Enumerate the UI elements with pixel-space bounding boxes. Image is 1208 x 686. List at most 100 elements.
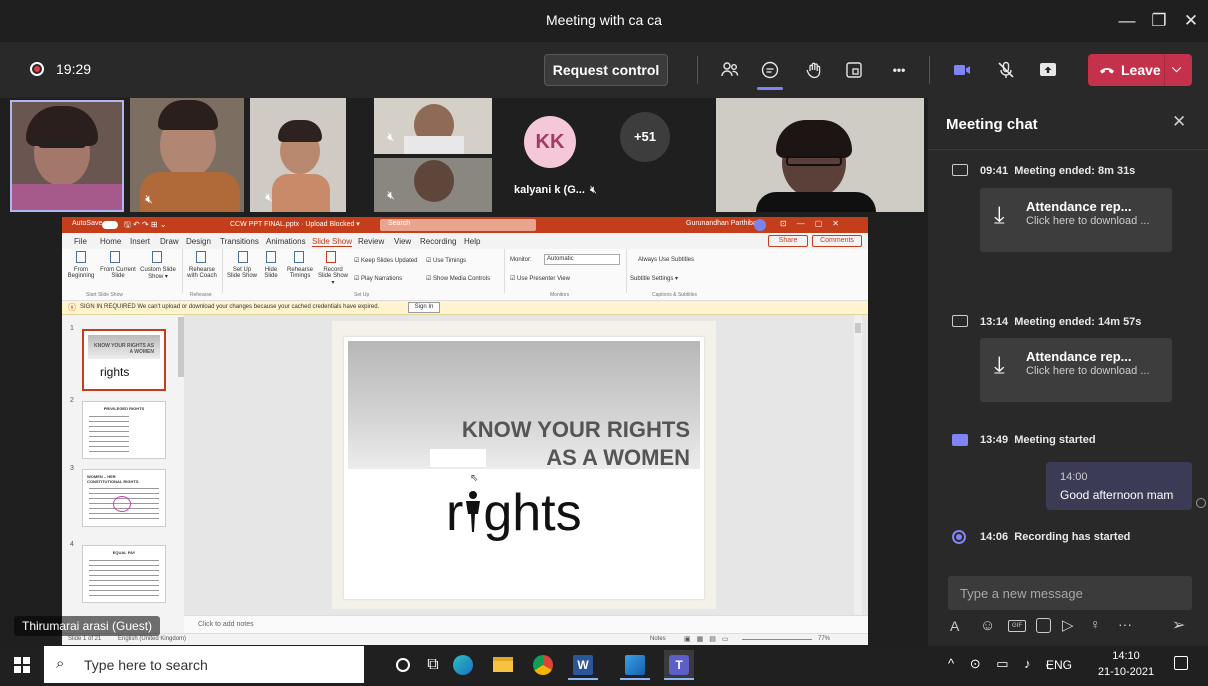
share-screen-icon[interactable] bbox=[1034, 56, 1062, 84]
rehearse-coach-button[interactable]: Rehearse with Coach bbox=[186, 267, 218, 279]
chat-message-input[interactable]: Type a new message bbox=[948, 576, 1192, 610]
menu-design[interactable]: Design bbox=[186, 237, 211, 246]
video-tile-participant-6[interactable] bbox=[716, 98, 924, 212]
more-options-icon[interactable]: ••• bbox=[885, 56, 913, 84]
cortana-icon[interactable] bbox=[388, 650, 418, 680]
sticker-icon[interactable] bbox=[1036, 618, 1051, 633]
request-control-button[interactable]: Request control bbox=[544, 54, 668, 86]
notes-pane[interactable]: Click to add notes bbox=[184, 615, 868, 633]
rehearse-timings-button[interactable]: Rehearse Timings bbox=[286, 267, 314, 279]
view-buttons[interactable]: ▣▦▤▭ bbox=[684, 635, 734, 643]
canvas-scrollbar[interactable] bbox=[854, 315, 862, 615]
more-participants-badge[interactable]: +51 bbox=[620, 112, 670, 162]
menu-home[interactable]: Home bbox=[100, 237, 121, 246]
menu-file[interactable]: File bbox=[74, 237, 87, 246]
slide-thumbnail-1[interactable]: KNOW YOUR RIGHTS AS A WOMEN rights bbox=[82, 329, 166, 391]
menu-draw[interactable]: Draw bbox=[160, 237, 179, 246]
taskbar-time[interactable]: 14:10 bbox=[1096, 650, 1156, 662]
system-tray-icons[interactable]: ^ ⊙ ▭ ♪ ◟ bbox=[948, 656, 1057, 672]
custom-show-button[interactable]: Custom Slide Show ▾ bbox=[140, 267, 176, 280]
taskbar-date[interactable]: 21-10-2021 bbox=[1092, 666, 1160, 678]
video-tile-participant-2[interactable]: 🔇︎ bbox=[130, 98, 244, 212]
zoom-slider[interactable] bbox=[742, 639, 812, 640]
leave-button[interactable]: Leave ⌵ bbox=[1088, 54, 1192, 86]
raise-hand-icon[interactable] bbox=[800, 56, 828, 84]
teams-icon[interactable]: T bbox=[664, 650, 694, 680]
word-icon[interactable]: W bbox=[568, 650, 598, 680]
monitor-select[interactable]: Automatic bbox=[544, 254, 620, 265]
gif-icon[interactable]: GIF bbox=[1008, 620, 1026, 632]
notes-toggle[interactable]: Notes bbox=[650, 636, 666, 642]
chat-message[interactable]: 14:00 Good afternoon mam bbox=[1046, 462, 1192, 510]
menu-slide-show[interactable]: Slide Show bbox=[312, 237, 353, 247]
video-tile-participant-3[interactable]: 🔇︎ bbox=[250, 98, 346, 212]
play-narrations-checkbox[interactable]: ☑ Play Narrations bbox=[354, 275, 402, 282]
menu-view[interactable]: View bbox=[394, 237, 411, 246]
maximize-button[interactable]: ❐ bbox=[1146, 8, 1172, 34]
ppt-quick-access-icons[interactable]: 🖫 ↶ ↷ ⊞ ⌄ bbox=[124, 219, 167, 233]
mic-muted-icon[interactable] bbox=[992, 56, 1020, 84]
menu-help[interactable]: Help bbox=[464, 237, 480, 246]
hide-slide-button[interactable]: Hide Slide bbox=[260, 267, 282, 279]
notification-center-icon[interactable] bbox=[1174, 656, 1188, 670]
rooms-icon[interactable] bbox=[840, 56, 868, 84]
menu-review[interactable]: Review bbox=[358, 237, 384, 246]
leave-options-chevron-icon[interactable]: ⌵ bbox=[1172, 61, 1181, 76]
attendance-card[interactable]: ⤓ Attendance rep... Click here to downlo… bbox=[980, 188, 1172, 252]
record-show-button[interactable]: Record Slide Show ▾ bbox=[316, 267, 350, 286]
always-subtitles-button[interactable]: Always Use Subtitles bbox=[638, 257, 694, 263]
minimize-button[interactable]: — bbox=[1114, 8, 1140, 34]
from-beginning-button[interactable]: From Beginning bbox=[64, 267, 98, 279]
slide-thumbnail-2[interactable]: PRIVILEGED RIGHTS bbox=[82, 401, 166, 459]
emoji-icon[interactable]: ☺ bbox=[980, 617, 995, 634]
edge-icon[interactable] bbox=[448, 650, 478, 680]
send-icon[interactable]: ➢ bbox=[1172, 615, 1185, 635]
input-language[interactable]: ENG bbox=[1046, 658, 1072, 672]
close-chat-icon[interactable]: ✕ bbox=[1172, 112, 1186, 132]
video-tile-kalyani[interactable]: KK kalyani k (G... 🔇︎ bbox=[510, 98, 612, 212]
ribbon-group-label: Monitors bbox=[550, 292, 570, 298]
main-slide[interactable]: KNOW YOUR RIGHTS AS A WOMEN r ghts ⇖ bbox=[344, 337, 704, 599]
attendance-card[interactable]: ⤓ Attendance rep... Click here to downlo… bbox=[980, 338, 1172, 402]
video-tile-participant-4[interactable]: 🔇︎ bbox=[374, 98, 492, 154]
ribbon-divider bbox=[626, 249, 627, 293]
praise-icon[interactable]: ♀ bbox=[1090, 616, 1101, 632]
slide-thumbnail-4[interactable]: EQUAL PAY bbox=[82, 545, 166, 603]
chat-icon[interactable] bbox=[756, 56, 784, 84]
menu-recording[interactable]: Recording bbox=[420, 237, 456, 246]
more-icon[interactable]: ··· bbox=[1118, 616, 1132, 632]
ppt-window-controls[interactable]: ⊡—▢✕ bbox=[780, 219, 849, 228]
video-tile-participant-5[interactable]: 🔇︎ bbox=[374, 158, 492, 212]
participants-icon[interactable] bbox=[716, 56, 744, 84]
video-tile-participant-1[interactable] bbox=[10, 100, 124, 212]
subtitle-settings-button[interactable]: Subtitle Settings ▾ bbox=[630, 275, 678, 282]
task-view-icon[interactable]: ⧉ bbox=[418, 650, 448, 680]
ppt-share-button[interactable]: Share bbox=[768, 235, 808, 247]
autosave-toggle[interactable] bbox=[102, 221, 118, 229]
keep-updated-checkbox[interactable]: ☑ Keep Slides Updated bbox=[354, 257, 417, 264]
show-media-checkbox[interactable]: ☑ Show Media Controls bbox=[426, 275, 490, 282]
menu-animations[interactable]: Animations bbox=[266, 237, 306, 246]
file-explorer-icon[interactable] bbox=[488, 650, 518, 680]
camera-icon[interactable] bbox=[948, 56, 976, 84]
format-icon[interactable]: A bbox=[950, 618, 959, 634]
close-window-button[interactable]: ✕ bbox=[1178, 8, 1204, 34]
taskbar-search-box[interactable]: ⌕ Type here to search bbox=[44, 646, 364, 683]
slide-thumbnail-3[interactable]: WOMEN – HER CONSTITUTIONAL RIGHTS bbox=[82, 469, 166, 527]
use-timings-checkbox[interactable]: ☑ Use Timings bbox=[426, 257, 466, 264]
ppt-menu-bar: File Home Insert Draw Design Transitions… bbox=[62, 233, 868, 249]
schedule-meeting-icon[interactable]: ▷ bbox=[1062, 616, 1074, 634]
menu-insert[interactable]: Insert bbox=[130, 237, 150, 246]
presenter-view-checkbox[interactable]: ☑ Use Presenter View bbox=[510, 275, 570, 282]
from-current-button[interactable]: From Current Slide bbox=[98, 267, 138, 279]
setup-show-button[interactable]: Set Up Slide Show bbox=[226, 267, 258, 279]
windows-start-icon[interactable] bbox=[14, 657, 30, 673]
thumb-title: PRIVILEGED RIGHTS bbox=[103, 406, 145, 411]
mic-off-icon: 🔇︎ bbox=[145, 192, 153, 206]
meeting-ended-icon bbox=[952, 164, 968, 176]
menu-transitions[interactable]: Transitions bbox=[220, 237, 259, 246]
photos-icon[interactable] bbox=[620, 650, 650, 680]
ppt-comments-button[interactable]: Comments bbox=[812, 235, 862, 247]
signin-button[interactable]: Sign In bbox=[408, 302, 440, 313]
chrome-icon[interactable] bbox=[528, 650, 558, 680]
